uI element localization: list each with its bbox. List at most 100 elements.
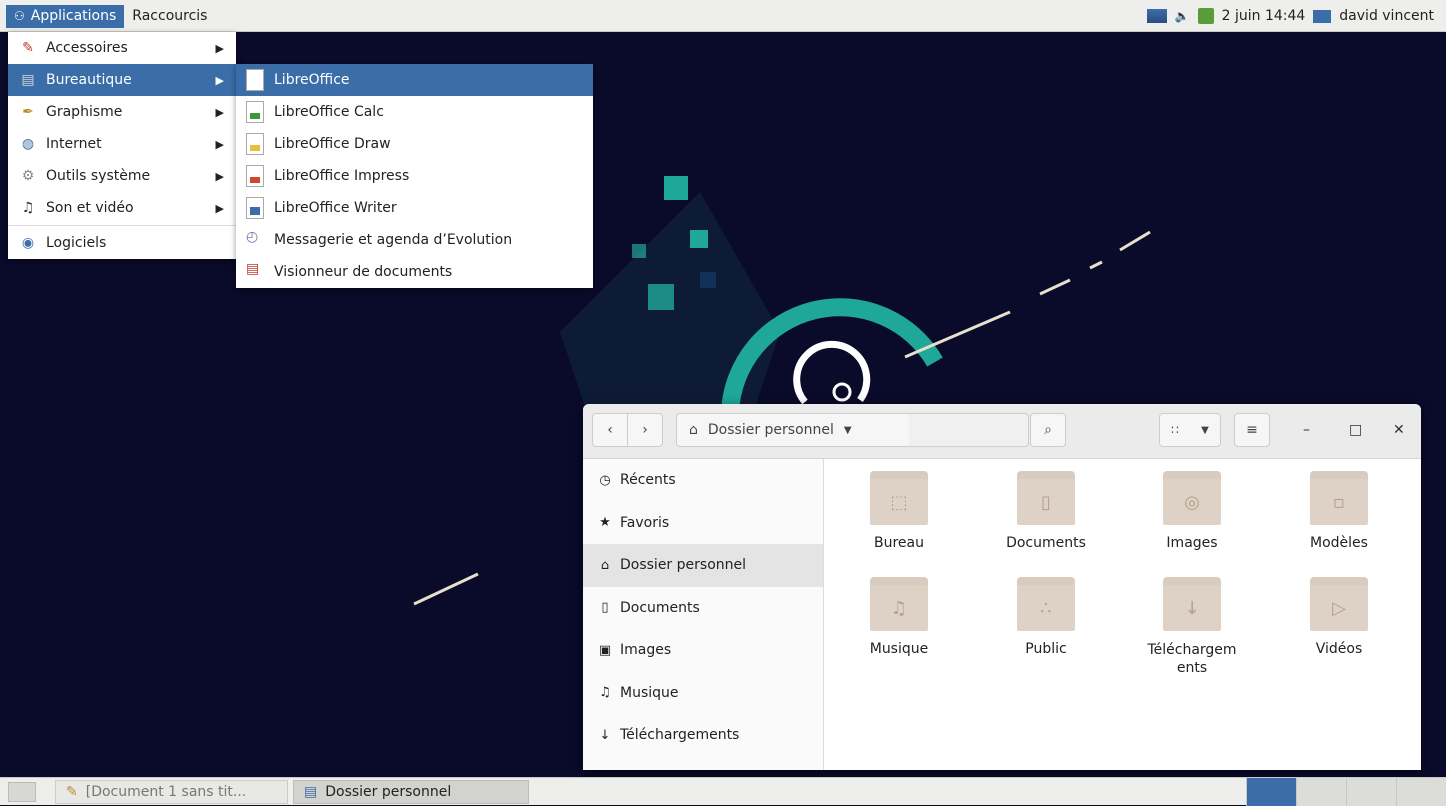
folder-label: Images: [1166, 535, 1218, 551]
menu-item-visionneur[interactable]: ▤ Visionneur de documents: [236, 256, 593, 288]
menu-item-bureautique[interactable]: ▤ Bureautique ▶: [8, 64, 236, 96]
maximize-button[interactable]: □: [1349, 422, 1362, 438]
sidebar-item-label: Téléchargements: [620, 727, 740, 744]
menu-item-internet[interactable]: ◍ Internet ▶: [8, 128, 236, 160]
menu-item-label: LibreOffice Writer: [274, 200, 397, 216]
star-icon: ★: [599, 515, 611, 531]
system-tools-icon: ⚙: [21, 168, 35, 184]
sidebar-item-recents[interactable]: ◷ Récents: [583, 459, 823, 502]
top-panel: ⚇ Applications Raccourcis 🔈 2 juin 14:44…: [0, 0, 1446, 32]
menu-item-outils-systeme[interactable]: ⚙ Outils système ▶: [8, 160, 236, 192]
menu-item-libreoffice[interactable]: LibreOffice: [236, 64, 593, 96]
folder-bureau[interactable]: ⬚ Bureau: [839, 459, 959, 551]
documents-folder-icon: ▯: [1017, 471, 1075, 527]
applications-menu-button[interactable]: ⚇ Applications: [6, 4, 125, 28]
menu-item-son-et-video[interactable]: ♫ Son et vidéo ▶: [8, 192, 236, 224]
folder-task-icon: ▤: [304, 784, 318, 800]
menu-item-label: Logiciels: [46, 235, 107, 251]
hamburger-menu-button[interactable]: ≡: [1234, 413, 1270, 447]
bureautique-submenu: LibreOffice LibreOffice Calc LibreOffice…: [236, 64, 593, 288]
chevron-down-icon: ▼: [1201, 424, 1209, 436]
calc-icon: [246, 101, 264, 123]
sidebar-item-images[interactable]: ▣ Images: [583, 629, 823, 672]
menu-item-libreoffice-impress[interactable]: LibreOffice Impress: [236, 160, 593, 192]
folder-label: Public: [1025, 641, 1067, 657]
folder-images[interactable]: ◎ Images: [1132, 459, 1252, 551]
path-bar-home[interactable]: ⌂ Dossier personnel ▼: [676, 413, 911, 447]
clock[interactable]: 2 juin 14:44: [1222, 8, 1306, 24]
evolution-icon: ◴: [246, 229, 259, 245]
submenu-arrow-icon: ▶: [215, 74, 224, 87]
folder-videos[interactable]: ▷ Vidéos: [1279, 565, 1399, 657]
network-icon[interactable]: [1146, 9, 1167, 23]
path-bar-empty: [909, 413, 1029, 447]
menu-item-libreoffice-calc[interactable]: LibreOffice Calc: [236, 96, 593, 128]
writer-icon: [246, 197, 264, 219]
menu-item-graphisme[interactable]: ✒ Graphisme ▶: [8, 96, 236, 128]
sidebar-item-documents[interactable]: ▯ Documents: [583, 587, 823, 630]
forward-button[interactable]: ›: [627, 413, 663, 447]
search-button[interactable]: ⌕: [1030, 413, 1066, 447]
submenu-arrow-icon: ▶: [215, 202, 224, 215]
folder-documents[interactable]: ▯ Documents: [986, 459, 1106, 551]
menu-item-evolution[interactable]: ◴ Messagerie et agenda d’Evolution: [236, 224, 593, 256]
taskbar-item-document[interactable]: ✎ [Document 1 sans tit...: [55, 780, 288, 804]
user-icon: [1313, 9, 1332, 23]
folder-label: Bureau: [874, 535, 924, 551]
accessories-icon: ✎: [22, 40, 34, 56]
sidebar-item-favoris[interactable]: ★ Favoris: [583, 502, 823, 545]
document-viewer-icon: ▤: [246, 261, 260, 277]
submenu-arrow-icon: ▶: [215, 106, 224, 119]
view-options-button[interactable]: ∷ ▼: [1159, 413, 1221, 447]
videos-folder-icon: ▷: [1310, 577, 1368, 633]
show-desktop-button[interactable]: [8, 782, 36, 802]
download-icon: ↓: [599, 727, 611, 743]
public-folder-icon: ∴: [1017, 577, 1075, 633]
folder-modeles[interactable]: ▫ Modèles: [1279, 459, 1399, 551]
volume-icon[interactable]: 🔈: [1175, 9, 1190, 23]
sidebar-item-dossier-personnel[interactable]: ⌂ Dossier personnel: [583, 544, 823, 587]
sidebar-item-musique[interactable]: ♫ Musique: [583, 672, 823, 715]
menu-item-libreoffice-draw[interactable]: LibreOffice Draw: [236, 128, 593, 160]
raccourcis-menu-button[interactable]: Raccourcis: [124, 5, 215, 27]
menu-item-label: LibreOffice Draw: [274, 136, 391, 152]
minimize-button[interactable]: –: [1303, 422, 1310, 438]
folder-label: Musique: [869, 641, 929, 657]
folder-public[interactable]: ∴ Public: [986, 565, 1106, 657]
workspace-2[interactable]: [1296, 778, 1346, 806]
workspace-4[interactable]: [1396, 778, 1446, 806]
menu-item-logiciels[interactable]: ◉ Logiciels: [8, 227, 236, 259]
folder-musique[interactable]: ♫ Musique: [839, 565, 959, 657]
taskbar-item-label: Dossier personnel: [325, 784, 452, 800]
folder-view: ⬚ Bureau ▯ Documents ◎ Images ▫ Modèles …: [824, 459, 1421, 770]
file-manager-window: ‹ › ⌂ Dossier personnel ▼ ⌕ ∷ ▼ ≡ – □ ✕ …: [583, 404, 1421, 770]
close-button[interactable]: ✕: [1393, 422, 1405, 438]
menu-separator: [8, 225, 236, 226]
hamburger-icon: ≡: [1246, 422, 1258, 438]
sidebar-item-telechargements[interactable]: ↓ Téléchargements: [583, 714, 823, 757]
sidebar-item-label: Favoris: [620, 514, 670, 531]
libreoffice-icon: [246, 69, 264, 91]
templates-folder-icon: ▫: [1310, 471, 1368, 527]
music-icon: ♫: [599, 685, 611, 701]
software-icon: ◉: [21, 235, 35, 251]
search-icon: ⌕: [1044, 422, 1052, 438]
multimedia-icon: ♫: [21, 200, 35, 216]
workspace-3[interactable]: [1346, 778, 1396, 806]
debian-logo-icon: ⚇: [14, 8, 25, 23]
back-button[interactable]: ‹: [592, 413, 628, 447]
taskbar-item-file-manager[interactable]: ▤ Dossier personnel: [293, 780, 529, 804]
menu-item-label: Messagerie et agenda d’Evolution: [274, 232, 513, 248]
submenu-arrow-icon: ▶: [215, 170, 224, 183]
draw-icon: [246, 133, 264, 155]
menu-item-label: Outils système: [46, 168, 151, 184]
user-name[interactable]: david vincent: [1339, 8, 1434, 24]
menu-item-accessoires[interactable]: ✎ Accessoires ▶: [8, 32, 236, 64]
workspace-1[interactable]: [1246, 778, 1296, 806]
folder-telechargements[interactable]: ↓ Téléchargem ents: [1132, 565, 1252, 677]
updates-icon[interactable]: [1197, 8, 1214, 24]
applications-menu: ✎ Accessoires ▶ ▤ Bureautique ▶ ✒ Graphi…: [8, 32, 236, 259]
grid-view-icon: ∷: [1171, 423, 1179, 437]
menu-item-libreoffice-writer[interactable]: LibreOffice Writer: [236, 192, 593, 224]
folder-label: Modèles: [1310, 535, 1368, 551]
